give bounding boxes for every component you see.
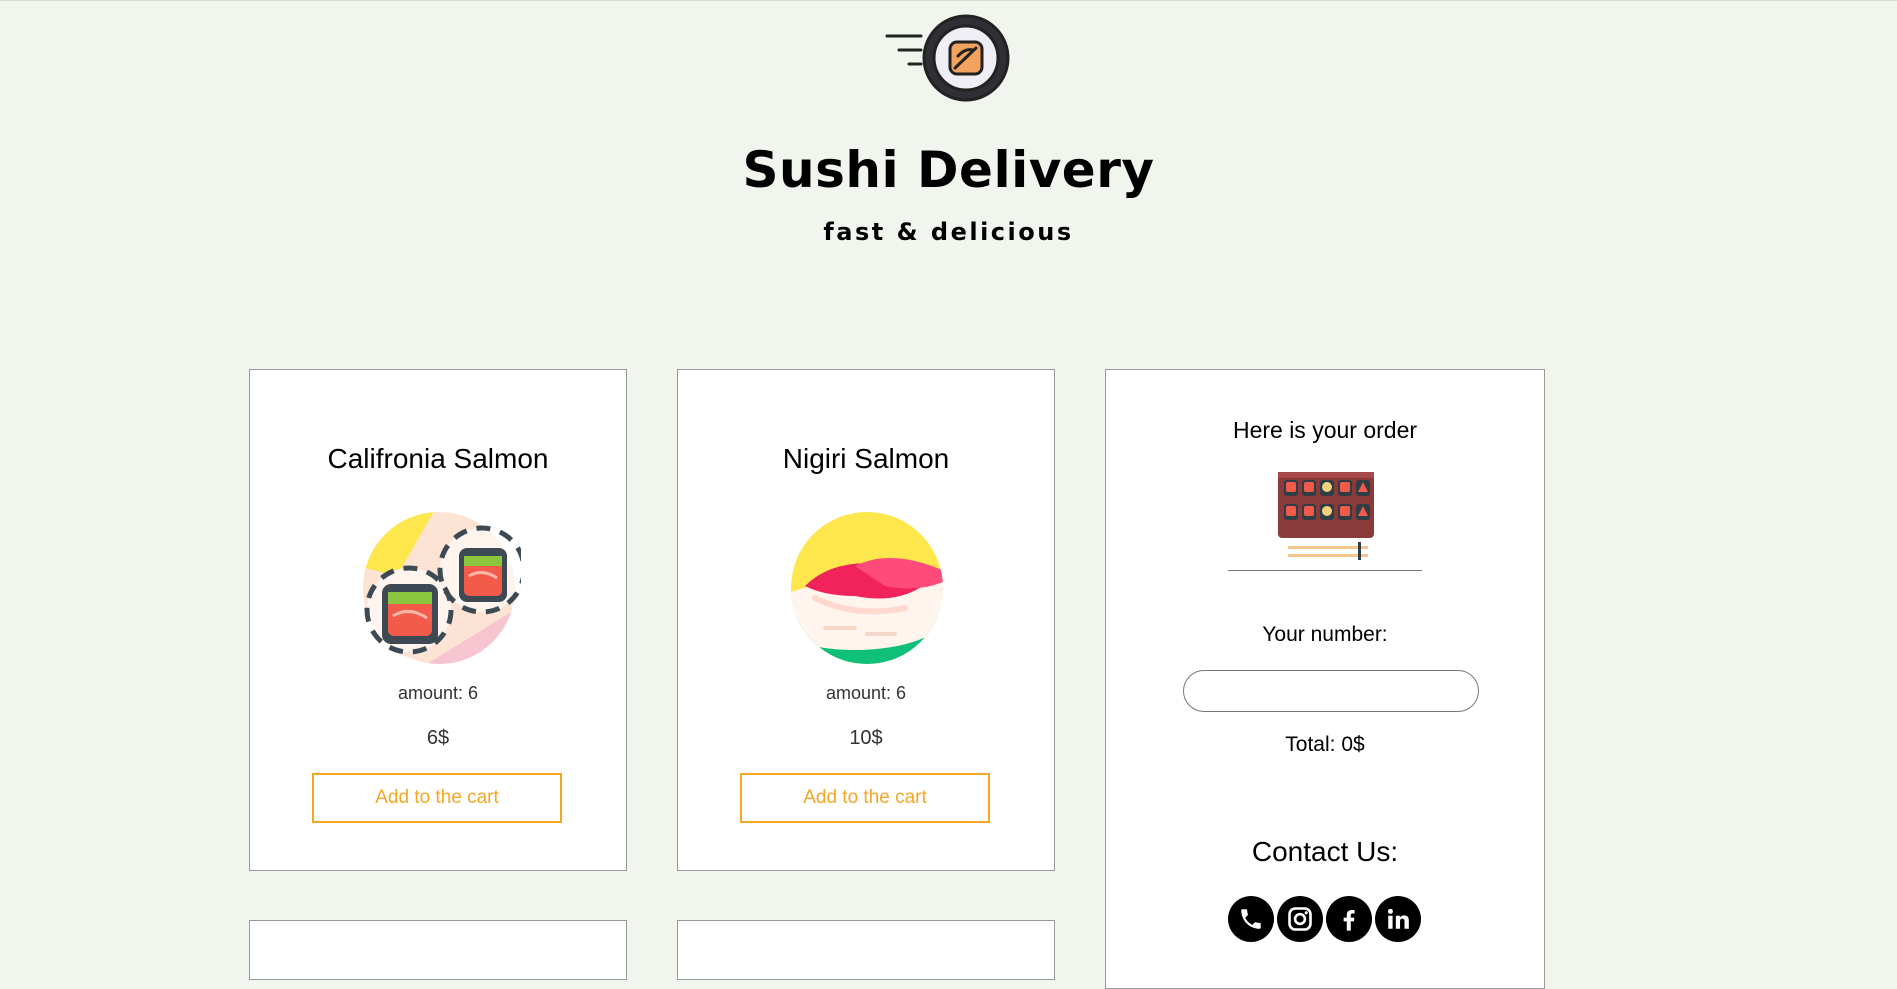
product-name: Nigiri Salmon xyxy=(782,443,950,474)
add-to-cart-button[interactable]: Add to the cart xyxy=(740,773,990,823)
product-price: 10$ xyxy=(849,727,883,749)
phone-icon[interactable] xyxy=(1228,896,1274,942)
site-title: Sushi Delivery xyxy=(742,141,1155,199)
nigiri-salmon-icon xyxy=(791,512,943,664)
product-card: Nigiri Salmon amount: 6 10$ Add to the c… xyxy=(677,369,1055,871)
order-divider xyxy=(1228,570,1422,571)
product-amount: amount: 6 xyxy=(397,683,479,703)
product-card xyxy=(249,920,627,980)
order-title: Here is your order xyxy=(1232,417,1418,443)
sushi-tray-icon xyxy=(1278,472,1374,560)
social-links xyxy=(1228,896,1428,942)
sushi-roll-logo-icon xyxy=(885,14,1010,102)
site-subtitle: fast & delicious xyxy=(823,218,1074,246)
order-total: Total: 0$ xyxy=(1285,733,1365,756)
product-amount: amount: 6 xyxy=(825,683,907,703)
facebook-icon[interactable] xyxy=(1326,896,1372,942)
product-name: Califronia Salmon xyxy=(327,443,549,474)
california-salmon-roll-icon xyxy=(363,512,521,664)
instagram-icon[interactable] xyxy=(1277,896,1323,942)
linkedin-icon[interactable] xyxy=(1375,896,1421,942)
order-panel: Here is your order Your number: Total: 0… xyxy=(1105,369,1545,989)
phone-number-input[interactable] xyxy=(1183,670,1479,712)
top-border xyxy=(0,0,1897,1)
contact-title: Contact Us: xyxy=(1251,836,1399,867)
product-card: Califronia Salmon amount: 6 6$ Add to th… xyxy=(249,369,627,871)
number-label: Your number: xyxy=(1262,623,1388,646)
product-price: 6$ xyxy=(426,727,450,749)
add-to-cart-button[interactable]: Add to the cart xyxy=(312,773,562,823)
product-card xyxy=(677,920,1055,980)
